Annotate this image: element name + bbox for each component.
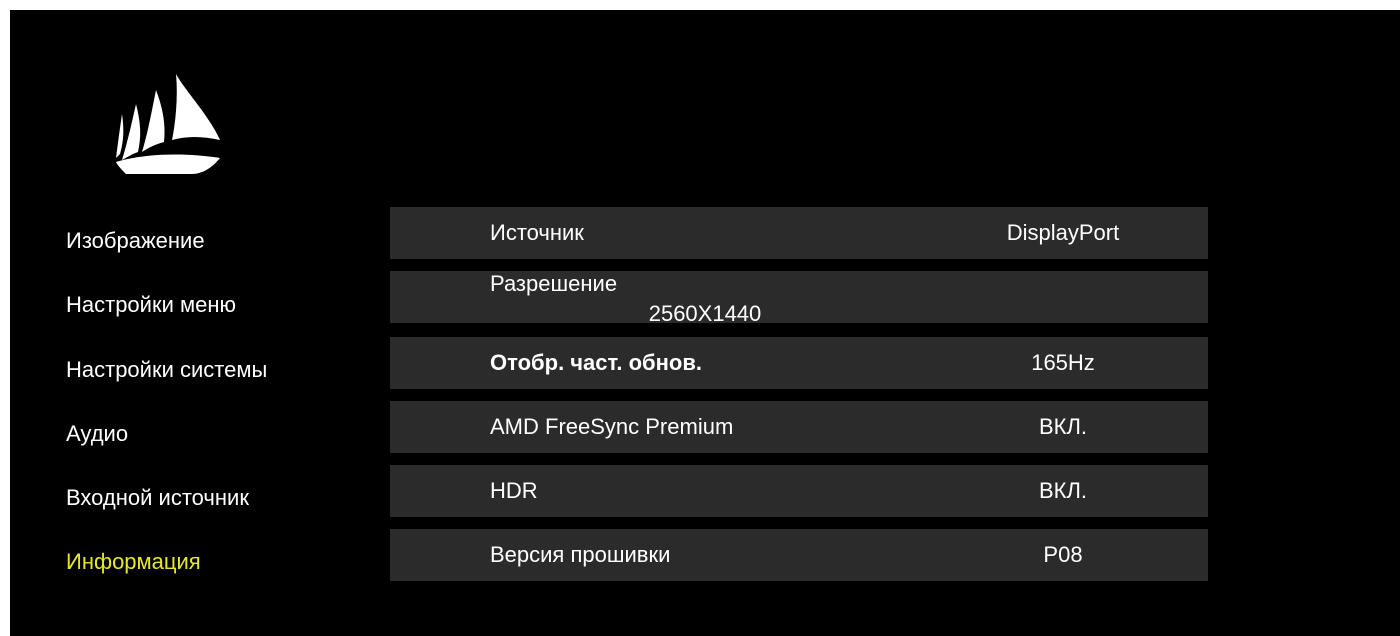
menu-item-input-source[interactable]: Входной источник [66,485,366,511]
info-row-source: Источник DisplayPort [390,207,1208,259]
info-label-resolution: Разрешение [490,271,618,296]
info-label-refresh-rate: Отобр. част. обнов. [490,350,702,375]
menu-item-information[interactable]: Информация [66,549,366,575]
info-value-firmware: P08 [1043,542,1083,567]
info-row-resolution: Разрешение 2560X1440 [390,271,1208,326]
menu-item-system-settings[interactable]: Настройки системы [66,357,366,383]
info-value-resolution: 2560X1440 [648,301,762,326]
info-row-refresh-rate: Отобр. част. обнов. 165Hz [390,337,1208,389]
info-row-firmware: Версия прошивки P08 [390,529,1208,581]
info-value-hdr: ВКЛ. [1038,478,1088,503]
info-row-hdr: HDR ВКЛ. [390,465,1208,517]
osd-screen: Изображение Настройки меню Настройки сис… [10,10,1400,636]
info-label-hdr: HDR [490,478,538,503]
info-label-source: Источник [490,220,584,245]
info-value-refresh-rate: 165Hz [1031,350,1095,375]
info-row-freesync: AMD FreeSync Premium ВКЛ. [390,401,1208,453]
menu-item-menu-settings[interactable]: Настройки меню [66,292,366,318]
info-label-firmware: Версия прошивки [490,542,671,567]
corsair-sails-logo-icon [116,74,220,174]
menu-item-image[interactable]: Изображение [66,228,366,254]
menu-item-audio[interactable]: Аудио [66,421,366,447]
info-value-freesync: ВКЛ. [1038,414,1088,439]
info-label-freesync: AMD FreeSync Premium [490,414,734,439]
info-value-source: DisplayPort [1006,220,1120,245]
